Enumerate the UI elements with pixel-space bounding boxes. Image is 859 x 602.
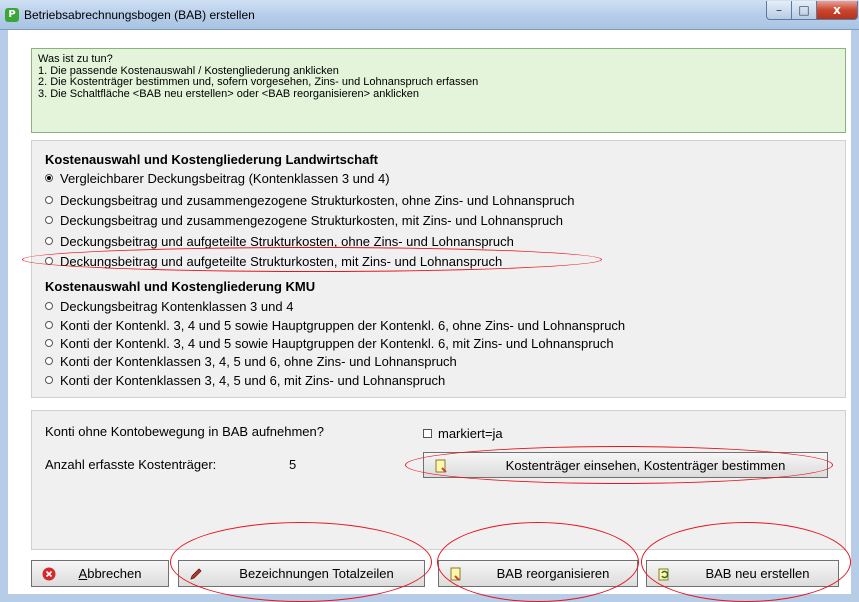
- radio-label: Deckungsbeitrag und zusammengezogene Str…: [60, 212, 563, 228]
- radio-landwirtschaft-option[interactable]: Deckungsbeitrag und zusammengezogene Str…: [45, 212, 563, 228]
- radio-button[interactable]: [45, 216, 53, 224]
- konti-checkbox[interactable]: [423, 429, 432, 438]
- radio-button[interactable]: [45, 237, 53, 245]
- instruction-step-2: 2. Die Kostenträger bestimmen und, sofer…: [38, 76, 479, 88]
- pencil-icon: [190, 568, 202, 580]
- radio-button[interactable]: [45, 339, 53, 347]
- radio-label: Deckungsbeitrag und zusammengezogene Str…: [60, 192, 575, 208]
- window-title: Betriebsabrechnungsbogen (BAB) erstellen: [24, 8, 255, 22]
- radio-label: Deckungsbeitrag und aufgeteilte Struktur…: [60, 253, 503, 269]
- create-button[interactable]: BAB neu erstellen: [646, 560, 839, 587]
- window-frame-bottom: [0, 594, 859, 602]
- radio-label: Konti der Kontenkl. 3, 4 und 5 sowie Hau…: [60, 335, 614, 351]
- konti-question-label: Konti ohne Kontobewegung in BAB aufnehme…: [45, 424, 324, 439]
- labels-button[interactable]: Bezeichnungen Totalzeilen: [178, 560, 425, 587]
- create-button-label: BAB neu erstellen: [705, 566, 810, 581]
- radio-landwirtschaft-option[interactable]: Deckungsbeitrag und aufgeteilte Struktur…: [45, 233, 514, 249]
- cancel-button-label: Abbrechen: [78, 566, 142, 581]
- reorganize-button-label: BAB reorganisieren: [496, 566, 610, 581]
- close-button[interactable]: x: [816, 1, 858, 20]
- maximize-button[interactable]: □: [791, 1, 817, 20]
- app-icon: P: [5, 8, 19, 22]
- radio-label: Konti der Kontenkl. 3, 4 und 5 sowie Hau…: [60, 317, 626, 333]
- landwirtschaft-title: Kostenauswahl und Kostengliederung Landw…: [45, 152, 378, 167]
- radio-kmu-option[interactable]: Konti der Kontenkl. 3, 4 und 5 sowie Hau…: [45, 317, 625, 333]
- refresh-icon: [658, 568, 669, 581]
- radio-button[interactable]: [45, 321, 53, 329]
- radio-label: Konti der Kontenklassen 3, 4, 5 und 6, o…: [60, 353, 457, 369]
- radio-kmu-option[interactable]: Konti der Kontenkl. 3, 4 und 5 sowie Hau…: [45, 335, 614, 351]
- count-label: Anzahl erfasste Kostenträger:: [45, 457, 217, 472]
- document-icon: [450, 567, 461, 581]
- radio-label: Konti der Kontenklassen 3, 4, 5 und 6, m…: [60, 372, 446, 388]
- kostentraeger-button[interactable]: Kostenträger einsehen, Kostenträger best…: [423, 452, 828, 478]
- reorganize-button[interactable]: BAB reorganisieren: [438, 560, 638, 587]
- document-icon: [435, 459, 447, 473]
- radio-landwirtschaft-option[interactable]: Deckungsbeitrag und aufgeteilte Struktur…: [45, 253, 502, 269]
- cancel-button[interactable]: Abbrechen: [31, 560, 169, 587]
- kmu-title: Kostenauswahl und Kostengliederung KMU: [45, 279, 316, 294]
- radio-button[interactable]: [45, 196, 53, 204]
- instructions-panel: Was ist zu tun? 1. Die passende Kostenau…: [31, 48, 846, 133]
- radio-button[interactable]: [45, 376, 53, 384]
- radio-kmu-option[interactable]: Konti der Kontenklassen 3, 4, 5 und 6, o…: [45, 353, 457, 369]
- radio-button[interactable]: [45, 257, 53, 265]
- radio-button[interactable]: [45, 302, 53, 310]
- window-frame-left: [0, 30, 8, 602]
- radio-landwirtschaft-option[interactable]: Vergleichbarer Deckungsbeitrag (Kontenkl…: [45, 170, 390, 186]
- instruction-heading: Was ist zu tun?: [38, 53, 113, 65]
- title-bar: P Betriebsabrechnungsbogen (BAB) erstell…: [0, 0, 859, 30]
- window-frame-right: [851, 30, 859, 602]
- radio-kmu-option[interactable]: Konti der Kontenklassen 3, 4, 5 und 6, m…: [45, 372, 445, 388]
- checkbox-label: markiert=ja: [438, 426, 503, 441]
- radio-landwirtschaft-option[interactable]: Deckungsbeitrag und zusammengezogene Str…: [45, 192, 575, 208]
- labels-button-label: Bezeichnungen Totalzeilen: [239, 566, 394, 581]
- minimize-button[interactable]: –: [766, 1, 792, 20]
- radio-label: Deckungsbeitrag Kontenklassen 3 und 4: [60, 298, 294, 314]
- radio-button[interactable]: [45, 174, 53, 182]
- radio-label: Deckungsbeitrag und aufgeteilte Struktur…: [60, 233, 514, 249]
- kostentraeger-button-label: Kostenträger einsehen, Kostenträger best…: [505, 457, 786, 473]
- radio-kmu-option[interactable]: Deckungsbeitrag Kontenklassen 3 und 4: [45, 298, 293, 314]
- radio-label: Vergleichbarer Deckungsbeitrag (Kontenkl…: [60, 170, 390, 186]
- instruction-step-3: 3. Die Schaltfläche <BAB neu erstellen> …: [38, 87, 419, 100]
- radio-button[interactable]: [45, 357, 53, 365]
- count-value: 5: [289, 457, 297, 472]
